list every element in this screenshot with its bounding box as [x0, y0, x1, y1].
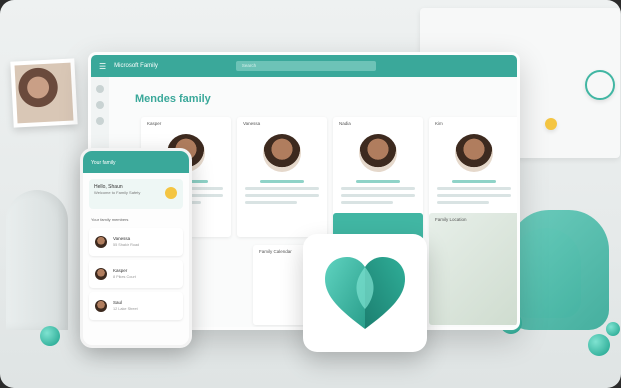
avatar	[359, 134, 397, 172]
heart-logo-icon	[325, 257, 405, 329]
nav-home-icon[interactable]	[96, 85, 104, 93]
member-name: Kasper	[147, 121, 162, 126]
decorative-bubble	[40, 326, 60, 346]
family-photo	[14, 62, 74, 124]
phone-title: Your family	[83, 151, 189, 173]
decorative-sticker	[545, 118, 557, 130]
location-tile[interactable]: Family Location	[429, 213, 517, 325]
member-detail: 8 Pikes Court	[113, 275, 136, 279]
member-name: Vanessa	[243, 121, 261, 126]
list-item[interactable]: Vanessa 55 Shakir Road	[89, 228, 183, 256]
member-detail: 55 Shakir Road	[113, 243, 140, 247]
location-label: Family Location	[435, 217, 467, 222]
list-item[interactable]: Saul 12 Lake Street	[89, 292, 183, 320]
marketing-scene: ☰ Microsoft Family Search Mendes family …	[0, 0, 621, 388]
avatar	[95, 236, 107, 248]
decorative-arch	[6, 190, 68, 330]
avatar	[455, 134, 493, 172]
app-logo-tile	[303, 234, 427, 352]
avatar	[95, 268, 107, 280]
avatar	[95, 300, 107, 312]
nav-settings-icon[interactable]	[96, 117, 104, 125]
app-name: Microsoft Family	[114, 63, 158, 69]
nav-family-icon[interactable]	[96, 101, 104, 109]
search-input[interactable]: Search	[235, 61, 376, 71]
section-label: Your family members	[91, 217, 129, 222]
hamburger-icon[interactable]: ☰	[99, 62, 106, 71]
decorative-ribbon	[509, 210, 609, 330]
decorative-bubble	[606, 322, 620, 336]
phone-app: Your family Hello, Shaun Welcome to Fami…	[80, 148, 192, 348]
decorative-bubble	[588, 334, 610, 356]
family-photo-frame	[10, 58, 78, 128]
avatar	[263, 134, 301, 172]
app-title-bar: ☰ Microsoft Family Search	[91, 55, 517, 77]
member-detail: 12 Lake Street	[113, 307, 138, 311]
greeting-card: Hello, Shaun Welcome to Family Safety	[89, 179, 183, 209]
member-name: Kim	[435, 121, 443, 126]
list-item[interactable]: Kasper 8 Pikes Court	[89, 260, 183, 288]
page-title: Mendes family	[135, 93, 211, 105]
member-card[interactable]: Vanessa	[237, 117, 327, 237]
sun-icon	[165, 187, 177, 199]
member-name: Nadia	[339, 121, 351, 126]
decorative-sticker	[585, 70, 615, 100]
